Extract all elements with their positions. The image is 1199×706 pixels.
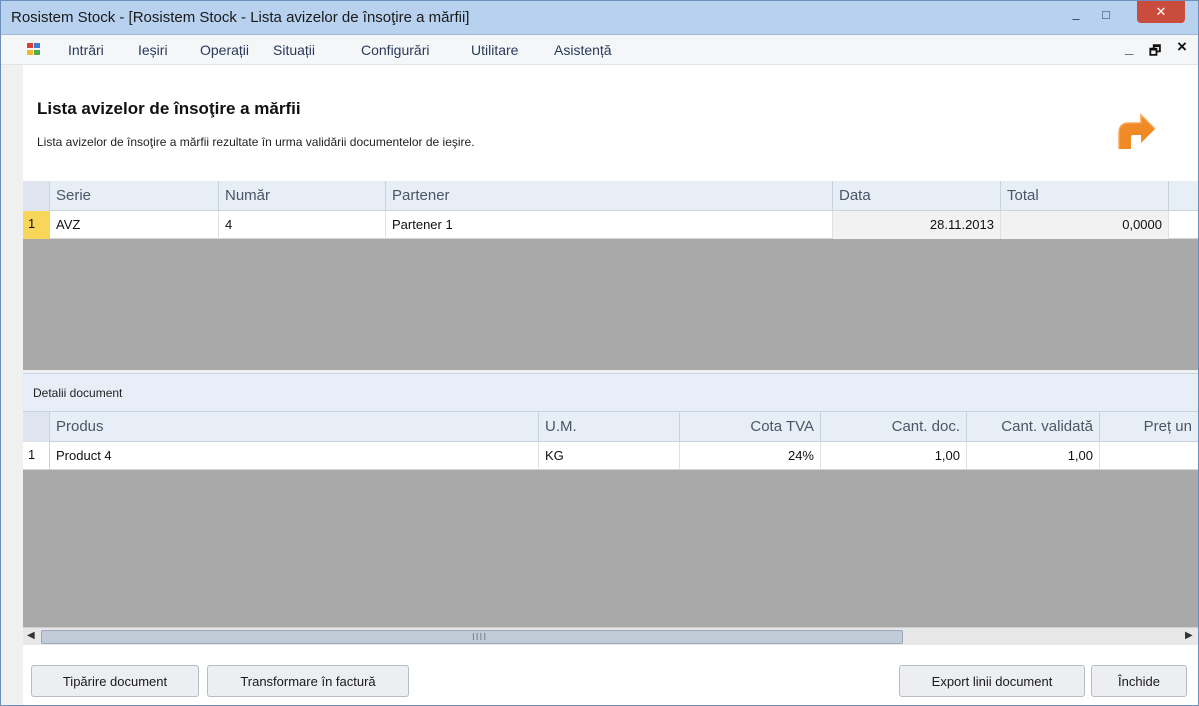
cell-partener[interactable]: Partener 1 (386, 211, 833, 239)
page-title: Lista avizelor de însoţire a mărfii (37, 99, 301, 118)
column-header-partener[interactable]: Partener (386, 181, 833, 211)
app-window: Rosistem Stock - [Rosistem Stock - Lista… (0, 0, 1199, 706)
details-grid-header: Produs U.M. Cota TVA Cant. doc. Cant. va… (23, 412, 1198, 442)
cell-data[interactable]: 28.11.2013 (833, 211, 1001, 239)
scroll-left-arrow-icon[interactable]: ◀ (27, 630, 35, 641)
title-bar[interactable]: Rosistem Stock - [Rosistem Stock - Lista… (1, 1, 1198, 35)
scrollbar-thumb[interactable]: IIII (41, 630, 903, 644)
arrow-return-icon[interactable] (1113, 109, 1159, 155)
column-header-produs[interactable]: Produs (50, 412, 539, 442)
row-indicator[interactable]: 1 (23, 211, 50, 239)
export-lines-button[interactable]: Export linii document (899, 665, 1085, 697)
avize-grid: Serie Număr Partener Data Total 1 AVZ 4 … (23, 181, 1198, 370)
page-header: Lista avizelor de însoţire a mărfii List… (23, 65, 1198, 181)
menu-intrari[interactable]: Intrări (68, 42, 104, 58)
close-window-button[interactable]: Închide (1091, 665, 1187, 697)
scrollbar-grip: IIII (472, 632, 488, 643)
column-header-pret-unitar[interactable]: Preț un (1100, 412, 1198, 442)
close-button[interactable]: ✕ (1137, 1, 1185, 23)
details-section-label: Detalii document (23, 373, 1198, 412)
menu-utilitare[interactable]: Utilitare (471, 42, 518, 58)
column-header-total[interactable]: Total (1001, 181, 1169, 211)
cell-cota-tva[interactable]: 24% (680, 442, 821, 470)
column-header-um[interactable]: U.M. (539, 412, 680, 442)
cell-pret-unitar[interactable] (1100, 442, 1198, 470)
cell-produs[interactable]: Product 4 (50, 442, 539, 470)
table-row[interactable]: 1 AVZ 4 Partener 1 28.11.2013 0,0000 (23, 211, 1198, 239)
menu-iesiri[interactable]: Ieșiri (138, 42, 168, 58)
menu-operatii[interactable]: Operații (200, 42, 249, 58)
details-label: Detalii document (33, 386, 123, 400)
scroll-right-arrow-icon[interactable]: ▶ (1185, 630, 1193, 641)
transform-to-invoice-button[interactable]: Transformare în factură (207, 665, 409, 697)
avize-grid-header: Serie Număr Partener Data Total (23, 181, 1198, 211)
page-subtitle: Lista avizelor de însoţire a mărfii rezu… (37, 135, 475, 149)
window-title: Rosistem Stock - [Rosistem Stock - Lista… (11, 9, 470, 26)
mdi-close-button[interactable]: × (1177, 37, 1187, 57)
minimize-button[interactable]: ‒ (1063, 7, 1089, 29)
table-row[interactable]: 1 Product 4 KG 24% 1,00 1,00 (23, 442, 1198, 470)
app-menu-icon[interactable] (27, 43, 41, 56)
cell-numar[interactable]: 4 (219, 211, 386, 239)
column-header-cant-validata[interactable]: Cant. validată (967, 412, 1100, 442)
cell-cant-doc[interactable]: 1,00 (821, 442, 967, 470)
column-header-serie[interactable]: Serie (50, 181, 219, 211)
column-header-cant-doc[interactable]: Cant. doc. (821, 412, 967, 442)
cell-serie[interactable]: AVZ (50, 211, 219, 239)
grid-corner (23, 412, 50, 442)
menu-situatii[interactable]: Situații (273, 42, 315, 58)
horizontal-scrollbar[interactable]: ◀ IIII ▶ (23, 627, 1198, 645)
menu-bar: Intrări Ieșiri Operații Situații Configu… (1, 35, 1198, 65)
row-indicator[interactable]: 1 (23, 442, 50, 470)
print-document-button[interactable]: Tipărire document (31, 665, 199, 697)
column-header-numar[interactable]: Număr (219, 181, 386, 211)
mdi-minimize-button[interactable]: _ (1125, 40, 1133, 57)
column-header-data[interactable]: Data (833, 181, 1001, 211)
menu-configurari[interactable]: Configurări (361, 42, 429, 58)
column-header-cota-tva[interactable]: Cota TVA (680, 412, 821, 442)
mdi-restore-button[interactable]: 🗗 (1149, 42, 1161, 64)
cell-total[interactable]: 0,0000 (1001, 211, 1169, 239)
menu-asistenta[interactable]: Asistență (554, 42, 612, 58)
details-grid: Produs U.M. Cota TVA Cant. doc. Cant. va… (23, 412, 1198, 627)
cell-cant-validata[interactable]: 1,00 (967, 442, 1100, 470)
cell-um[interactable]: KG (539, 442, 680, 470)
grid-corner (23, 181, 50, 211)
maximize-button[interactable]: □ (1093, 3, 1119, 25)
footer-bar: Tipărire document Transformare în factur… (23, 645, 1198, 705)
